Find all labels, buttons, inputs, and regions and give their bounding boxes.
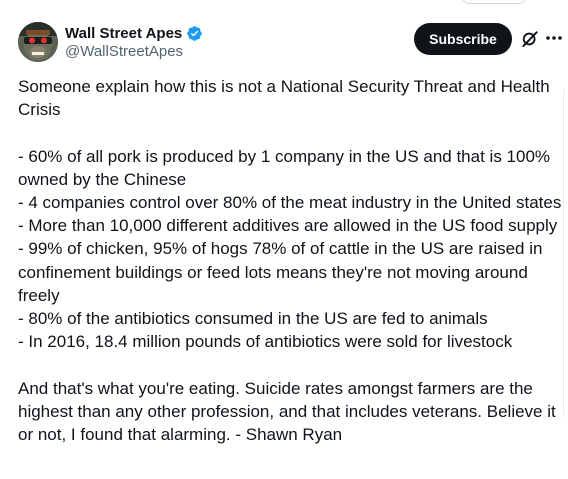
verified-badge-icon: [186, 25, 203, 42]
avatar[interactable]: [18, 22, 58, 62]
subscribe-button[interactable]: Subscribe: [414, 23, 512, 55]
tweet-header: Wall Street Apes @WallStreetApes Subscri…: [18, 22, 562, 64]
author-name-row[interactable]: Wall Street Apes: [65, 25, 203, 42]
partial-button-top: [462, 0, 526, 4]
tweet-body: Someone explain how this is not a Nation…: [18, 75, 566, 446]
ape-avatar-icon: [18, 22, 58, 62]
author-display-name[interactable]: Wall Street Apes: [65, 25, 182, 42]
grok-icon[interactable]: [520, 29, 540, 49]
bullet-line: - 99% of chicken, 95% of hogs 78% of of …: [18, 239, 543, 305]
bullet-line: - 60% of all pork is produced by 1 compa…: [18, 146, 551, 189]
tweet-closing: And that's what you're eating. Suicide r…: [18, 378, 556, 445]
bullet-line: - 4 companies control over 80% of the me…: [18, 193, 562, 212]
bullet-line: - In 2016, 18.4 million pounds of antibi…: [18, 332, 513, 352]
bullet-line: - More than 10,000 different additives a…: [18, 216, 558, 236]
author-handle[interactable]: @WallStreetApes: [65, 43, 183, 60]
bullet-line: - 80% of the antibiotics consumed in the…: [18, 309, 488, 329]
tweet-intro: Someone explain how this is not a Nation…: [18, 77, 550, 120]
more-options-icon[interactable]: [545, 27, 563, 49]
